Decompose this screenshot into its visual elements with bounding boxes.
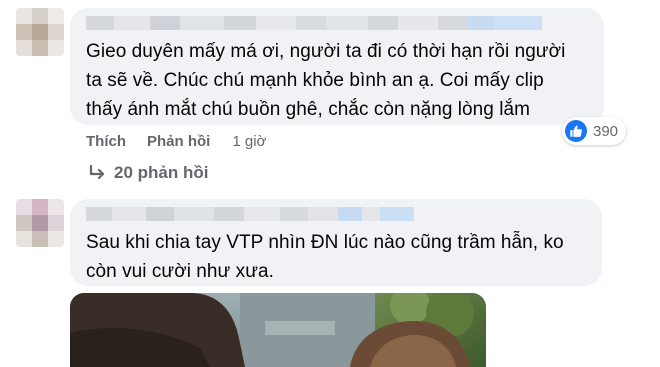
comment-attached-photo[interactable] <box>70 293 486 367</box>
comment-line: còn vui cười như xưa. <box>86 261 274 282</box>
commenter-name-blurred[interactable] <box>86 207 414 221</box>
comment-text: Gieo duyên mấy má ơi, người ta đi có thờ… <box>86 37 598 124</box>
comment-line: Sau khi chia tay VTP nhìn ĐN lúc nào cũn… <box>86 232 564 253</box>
comment-line: thấy ánh mắt chú buồn ghê, chắc còn nặng… <box>86 99 530 120</box>
commenter-avatar[interactable] <box>16 199 64 247</box>
like-button[interactable]: Thích <box>86 133 126 150</box>
comment-line: ta sẽ về. Chúc chú mạnh khỏe bình an ạ. … <box>86 70 544 91</box>
comment-line: Gieo duyên mấy má ơi, người ta đi có thờ… <box>86 41 566 62</box>
reply-arrow-icon <box>88 165 106 181</box>
thumbs-up-icon <box>565 120 587 142</box>
comment-timestamp[interactable]: 1 giờ <box>232 133 266 150</box>
comment-actions: Thích Phản hồi 1 giờ <box>86 133 266 150</box>
replies-count-label: 20 phản hồi <box>114 163 209 182</box>
reaction-badge[interactable]: 390 <box>562 117 627 145</box>
comment-text: Sau khi chia tay VTP nhìn ĐN lúc nào cũn… <box>86 228 598 286</box>
view-replies-link[interactable]: 20 phản hồi <box>88 163 208 183</box>
reaction-count: 390 <box>593 122 619 140</box>
reply-button[interactable]: Phản hồi <box>147 133 210 150</box>
comments-page: Gieo duyên mấy má ơi, người ta đi có thờ… <box>0 0 660 367</box>
commenter-avatar[interactable] <box>16 8 64 56</box>
commenter-name-blurred[interactable] <box>86 16 542 30</box>
